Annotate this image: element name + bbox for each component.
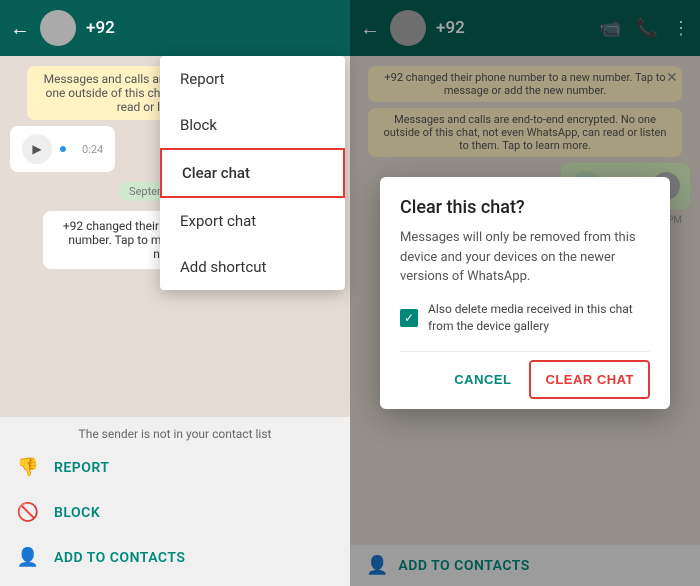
add-contact-icon: 👤 [16, 547, 40, 568]
cancel-button[interactable]: CANCEL [440, 360, 525, 399]
audio-message: ▶ 0:24 [10, 126, 115, 172]
report-action[interactable]: 👎 REPORT [16, 449, 334, 486]
delete-media-label: Also delete media received in this chat … [428, 301, 650, 335]
dialog-body: Messages will only be removed from this … [400, 228, 650, 287]
audio-duration: 0:24 [82, 143, 103, 156]
dialog-title: Clear this chat? [400, 197, 650, 218]
menu-item-report[interactable]: Report [160, 56, 345, 102]
block-icon: 🚫 [16, 502, 40, 523]
left-header: ← +92 [0, 0, 350, 56]
block-action[interactable]: 🚫 BLOCK [16, 494, 334, 531]
report-icon: 👎 [16, 457, 40, 478]
context-menu: Report Block Clear chat Export chat Add … [160, 56, 345, 290]
sender-notice: The sender is not in your contact list [16, 427, 334, 441]
dialog-actions: CANCEL CLEAR CHAT [400, 351, 650, 399]
dialog-overlay: Clear this chat? Messages will only be r… [350, 0, 700, 586]
menu-item-add-shortcut[interactable]: Add shortcut [160, 244, 345, 290]
left-panel: ← +92 Messages and calls are end-to-end … [0, 0, 350, 586]
add-contacts-action[interactable]: 👤 ADD TO CONTACTS [16, 539, 334, 576]
menu-item-block[interactable]: Block [160, 102, 345, 148]
clear-chat-button[interactable]: CLEAR CHAT [529, 360, 650, 399]
avatar [40, 10, 76, 46]
add-contacts-label: ADD TO CONTACTS [54, 550, 185, 566]
menu-item-export-chat[interactable]: Export chat [160, 198, 345, 244]
report-label: REPORT [54, 460, 109, 476]
left-bottom-bar: The sender is not in your contact list 👎… [0, 417, 350, 586]
contact-name: +92 [86, 18, 340, 38]
menu-item-clear-chat[interactable]: Clear chat [160, 148, 345, 198]
delete-media-checkbox[interactable]: ✓ [400, 309, 418, 327]
play-button[interactable]: ▶ [22, 134, 52, 164]
right-panel: ← +92 📹 📞 ⋮ +92 changed their phone numb… [350, 0, 700, 586]
block-label: BLOCK [54, 505, 100, 521]
clear-chat-dialog: Clear this chat? Messages will only be r… [380, 177, 670, 408]
back-button[interactable]: ← [10, 16, 30, 41]
checkmark-icon: ✓ [404, 311, 414, 325]
delete-media-row[interactable]: ✓ Also delete media received in this cha… [400, 301, 650, 335]
audio-dot [60, 146, 66, 152]
